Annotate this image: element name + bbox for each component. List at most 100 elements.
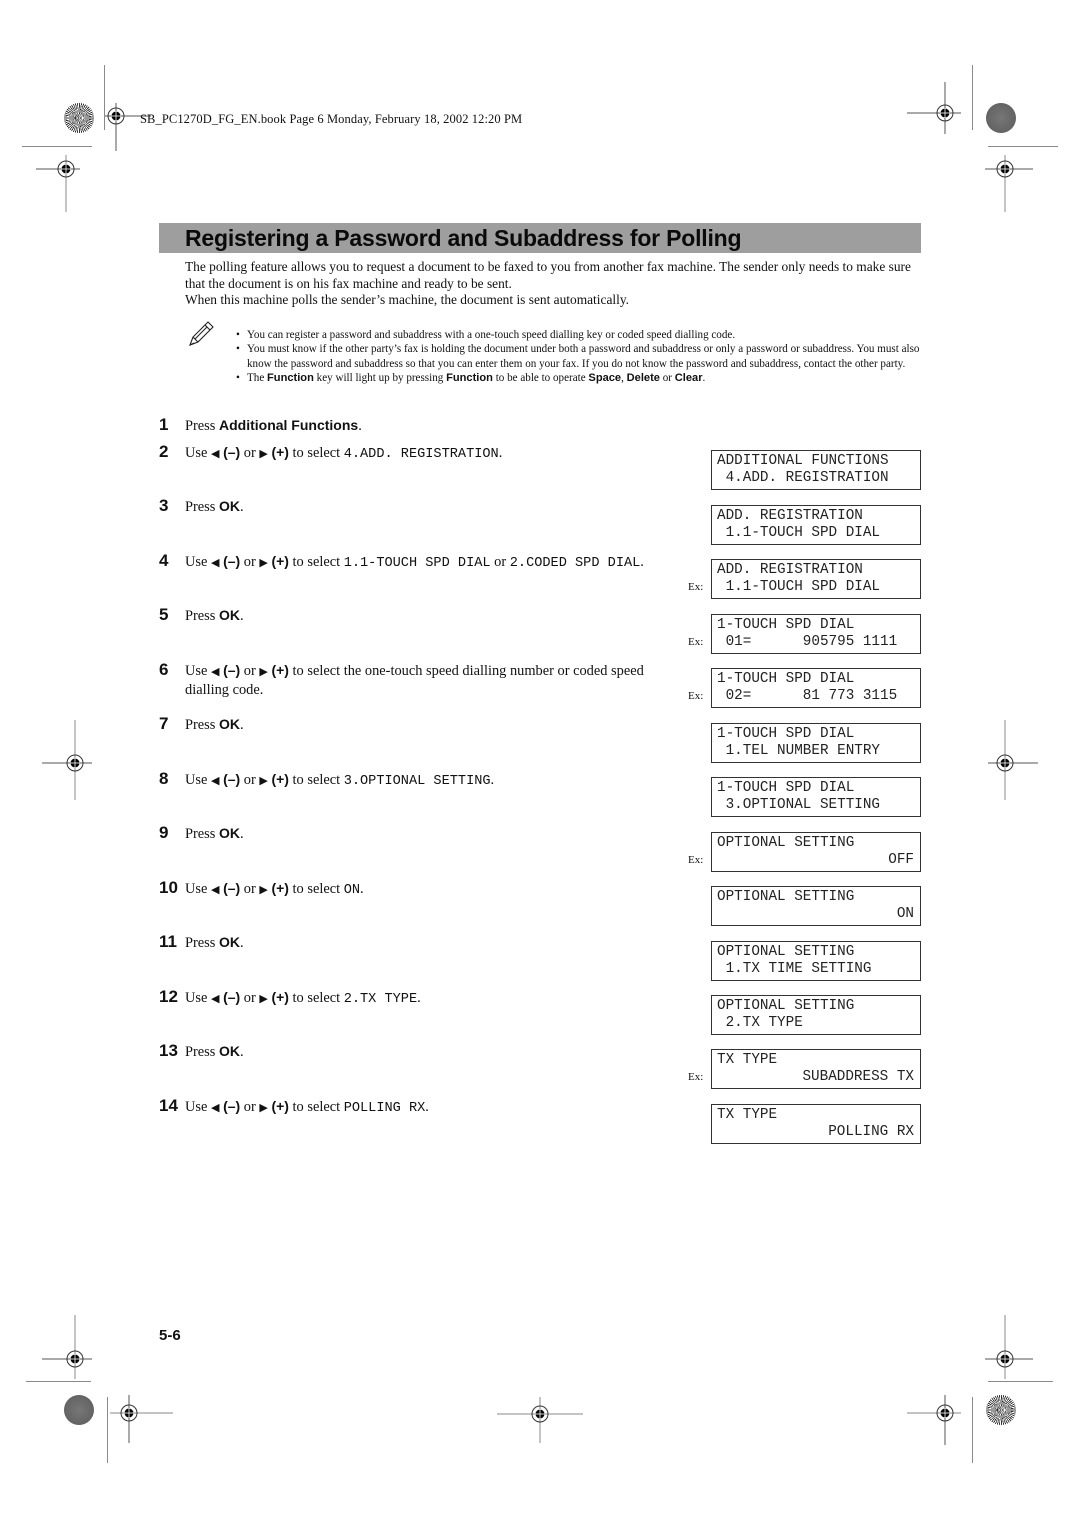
registration-mark-icon [907, 1395, 961, 1445]
key-name: Space [588, 372, 622, 385]
lcd-line-2: POLLING RX [828, 1123, 914, 1140]
step-number: 11 [159, 932, 177, 951]
lcd-display: 1-TOUCH SPD DIAL 02= 81 773 3115 [711, 668, 921, 708]
step-number: 3 [159, 496, 169, 515]
lcd-display: ADD. REGISTRATION 1.1-TOUCH SPD DIAL [711, 505, 921, 545]
step-text: Use ◀ (–) or ▶ (+) to select the one-tou… [185, 662, 644, 698]
section-title-bar: Registering a Password and Subaddress fo… [159, 223, 921, 253]
step-3: 3 Press OK. [159, 497, 669, 516]
step-7: 7 Press OK. [159, 715, 669, 734]
minus-key: (–) [223, 662, 241, 678]
lcd-line-1: OPTIONAL SETTING [717, 835, 855, 851]
menu-option: 4.ADD. REGISTRATION [343, 447, 499, 462]
step-text: Press OK. [185, 607, 244, 624]
section-title: Registering a Password and Subaddress fo… [185, 225, 742, 251]
step-11: 11 Press OK. [159, 933, 669, 952]
step-number: 1 [159, 415, 169, 434]
step-1: 1 Press Additional Functions. [159, 416, 669, 435]
step-number: 14 [159, 1096, 178, 1115]
lcd-line-2: 1.1-TOUCH SPD DIAL [717, 578, 881, 595]
page-number: 5-6 [159, 1327, 181, 1344]
right-arrow-icon: ▶ [259, 1101, 268, 1114]
lcd-display: ADDITIONAL FUNCTIONS 4.ADD. REGISTRATION [711, 450, 921, 490]
crop-line [26, 1381, 91, 1382]
step-text: Use ◀ (–) or ▶ (+) to select 1.1-TOUCH S… [185, 553, 644, 571]
crop-line [22, 146, 92, 147]
lcd-line-2: 02= 81 773 3115 [717, 687, 898, 704]
step-number: 2 [159, 442, 169, 461]
lcd-line-1: 1-TOUCH SPD DIAL [717, 780, 855, 796]
step-number: 9 [159, 823, 169, 842]
lcd-line-2: 2.TX TYPE [717, 1014, 803, 1031]
minus-key: (–) [223, 444, 241, 460]
note-item: • The Function key will light up by press… [236, 372, 706, 385]
right-arrow-icon: ▶ [259, 556, 268, 569]
minus-key: (–) [223, 989, 241, 1005]
step-number: 8 [159, 769, 169, 788]
crop-line [972, 65, 973, 130]
menu-option: POLLING RX [343, 1101, 426, 1116]
lcd-display: 1-TOUCH SPD DIAL 01= 905795 1111 [711, 614, 921, 654]
lcd-line-2: 4.ADD. REGISTRATION [717, 469, 889, 486]
lcd-display: TX TYPE SUBADDRESS TX [711, 1049, 921, 1089]
lcd-display: OPTIONAL SETTING 1.TX TIME SETTING [711, 941, 921, 981]
menu-option: 3.OPTIONAL SETTING [343, 774, 491, 789]
step-9: 9 Press OK. [159, 824, 669, 843]
lcd-line-1: OPTIONAL SETTING [717, 944, 855, 960]
left-arrow-icon: ◀ [210, 992, 220, 1005]
notes-list: • You can register a password and subaddr… [236, 328, 926, 386]
lcd-display: ADD. REGISTRATION 1.1-TOUCH SPD DIAL [711, 559, 921, 599]
left-arrow-icon: ◀ [210, 774, 220, 787]
button-name: Additional Functions [218, 417, 359, 433]
step-text: Use ◀ (–) or ▶ (+) to select 3.OPTIONAL … [185, 771, 495, 789]
registration-mark-icon [907, 82, 961, 134]
menu-option: ON [343, 883, 361, 898]
key-name: Function [446, 372, 493, 385]
lcd-line-1: TX TYPE [717, 1052, 778, 1068]
registration-mark-icon [36, 155, 80, 212]
button-name: OK [218, 934, 240, 950]
color-target-icon [64, 103, 94, 133]
lcd-line-1: TX TYPE [717, 1107, 778, 1123]
step-text: Press OK. [185, 498, 244, 515]
pencil-note-icon [189, 321, 214, 346]
plus-key: (+) [271, 444, 289, 460]
lcd-line-2: 1.1-TOUCH SPD DIAL [717, 524, 881, 541]
lcd-display: TX TYPE POLLING RX [711, 1104, 921, 1144]
lcd-line-2: ON [896, 905, 914, 922]
step-text: Press OK. [185, 716, 244, 733]
step-number: 6 [159, 660, 169, 679]
lcd-line-1: ADDITIONAL FUNCTIONS [717, 453, 889, 469]
lcd-line-1: OPTIONAL SETTING [717, 998, 855, 1014]
step-text: Use ◀ (–) or ▶ (+) to select 4.ADD. REGI… [185, 444, 503, 462]
step-text: Use ◀ (–) or ▶ (+) to select POLLING RX. [185, 1098, 429, 1116]
crop-line [988, 146, 1058, 147]
plus-key: (+) [271, 771, 289, 787]
registration-mark-icon [988, 720, 1038, 800]
right-arrow-icon: ▶ [259, 447, 268, 460]
step-text: Press OK. [185, 934, 244, 951]
lcd-line-2: 3.OPTIONAL SETTING [717, 796, 881, 813]
button-name: OK [218, 716, 240, 732]
key-name: Clear [674, 372, 703, 385]
step-text: Use ◀ (–) or ▶ (+) to select ON. [185, 880, 364, 898]
registration-mark-icon [110, 1395, 173, 1443]
lcd-display: OPTIONAL SETTING ON [711, 886, 921, 926]
example-label: Ex: [688, 1071, 704, 1083]
lcd-line-1: 1-TOUCH SPD DIAL [717, 617, 855, 633]
left-arrow-icon: ◀ [210, 1101, 220, 1114]
crop-line [988, 1381, 1053, 1382]
registration-mark-icon [105, 103, 151, 151]
plus-key: (+) [271, 553, 289, 569]
button-name: OK [218, 607, 240, 623]
step-2: 2 Use ◀ (–) or ▶ (+) to select 4.ADD. REG… [159, 443, 669, 464]
button-name: OK [218, 1043, 240, 1059]
registration-mark-icon [985, 155, 1033, 212]
plus-key: (+) [271, 880, 289, 896]
lcd-display: 1-TOUCH SPD DIAL 3.OPTIONAL SETTING [711, 777, 921, 817]
right-arrow-icon: ▶ [259, 883, 268, 896]
button-name: OK [218, 825, 240, 841]
step-12: 12 Use ◀ (–) or ▶ (+) to select 2.TX TYPE… [159, 988, 669, 1009]
lcd-line-2: 1.TX TIME SETTING [717, 960, 872, 977]
button-name: OK [218, 498, 240, 514]
